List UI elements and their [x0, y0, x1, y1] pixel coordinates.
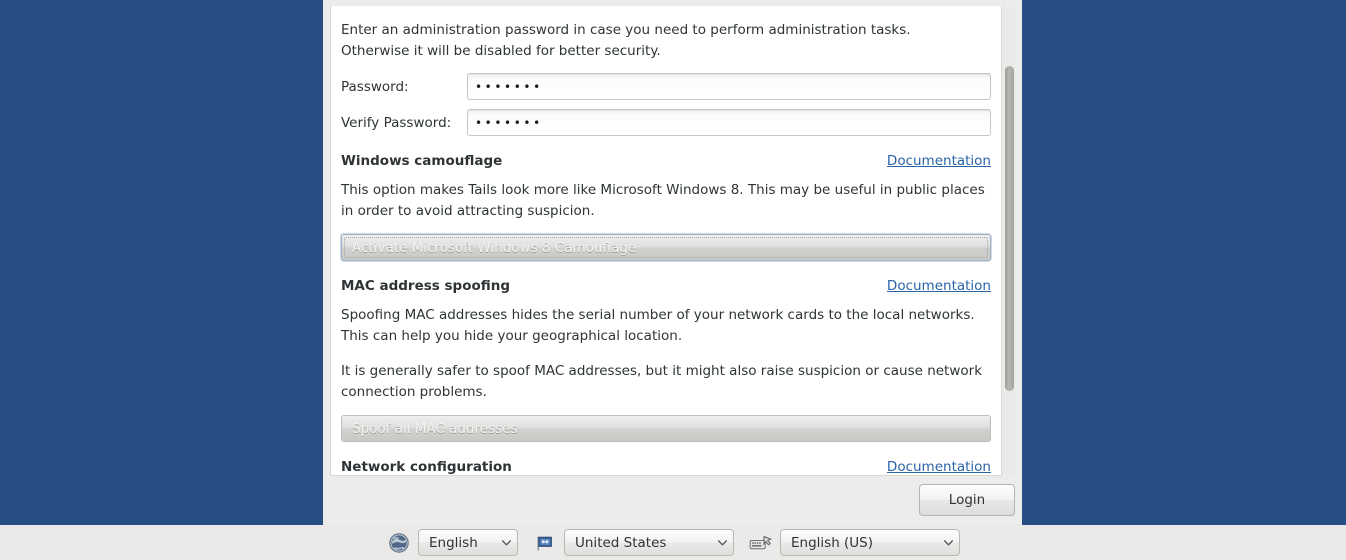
login-button[interactable]: Login [919, 484, 1015, 516]
admin-password-intro: Enter an administration password in case… [341, 6, 991, 61]
chevron-down-icon [502, 540, 511, 546]
admin-password-intro-line1: Enter an administration password in case… [341, 22, 911, 38]
documentation-link-mac-spoofing[interactable]: Documentation [887, 278, 991, 294]
verify-password-label: Verify Password: [341, 115, 467, 131]
checkbox-activate-windows-camouflage[interactable]: Activate Microsoft Windows 8 Camouflage [341, 234, 991, 261]
admin-password-intro-line2: Otherwise it will be disabled for better… [341, 43, 661, 59]
tails-greeter-window: Enter an administration password in case… [323, 0, 1022, 525]
chevron-down-icon [718, 540, 727, 546]
desktop-background-left [0, 0, 323, 525]
checkbox-label-activate-windows-camouflage: Activate Microsoft Windows 8 Camouflage [352, 240, 636, 256]
globe-icon [386, 530, 412, 556]
section-title-mac-spoofing: MAC address spoofing [341, 278, 510, 294]
section-title-network-configuration: Network configuration [341, 459, 512, 475]
country-dropdown-value: United States [575, 535, 708, 551]
language-dropdown[interactable]: English [418, 529, 518, 556]
settings-scroll-viewport: Enter an administration password in case… [330, 6, 1015, 476]
vertical-scrollbar-thumb[interactable] [1005, 66, 1014, 391]
verify-password-row: Verify Password: ••••••• [341, 109, 991, 136]
keyboard-layout-dropdown-value: English (US) [791, 535, 934, 551]
password-input[interactable]: ••••••• [467, 73, 991, 100]
documentation-link-windows-camouflage[interactable]: Documentation [887, 153, 991, 169]
login-button-row: Login [330, 480, 1015, 520]
section-description-mac-spoofing-1: Spoofing MAC addresses hides the serial … [341, 294, 991, 346]
locale-statusbar: English United States [0, 525, 1346, 560]
vertical-scrollbar[interactable] [1001, 6, 1015, 476]
country-selector-group: United States [518, 529, 734, 556]
section-title-windows-camouflage: Windows camouflage [341, 153, 502, 169]
section-header-network-configuration: Network configuration Documentation [341, 459, 991, 475]
section-header-mac-spoofing: MAC address spoofing Documentation [341, 278, 991, 294]
checkbox-spoof-all-mac-addresses[interactable]: Spoof all MAC addresses [341, 415, 991, 442]
section-description-mac-spoofing-2: It is generally safer to spoof MAC addre… [341, 346, 991, 402]
language-dropdown-value: English [429, 535, 492, 551]
keyboard-icon [748, 530, 774, 556]
verify-password-input[interactable]: ••••••• [467, 109, 991, 136]
country-dropdown[interactable]: United States [564, 529, 734, 556]
chevron-down-icon [944, 540, 953, 546]
checkbox-label-spoof-all-mac-addresses: Spoof all MAC addresses [352, 421, 518, 437]
settings-content: Enter an administration password in case… [331, 6, 1001, 475]
section-description-windows-camouflage: This option makes Tails look more like M… [341, 169, 991, 221]
password-label: Password: [341, 79, 467, 95]
section-header-windows-camouflage: Windows camouflage Documentation [341, 153, 991, 169]
keyboard-selector-group: English (US) [734, 529, 960, 556]
language-selector-group: English [386, 529, 518, 556]
desktop-background-right [1022, 0, 1346, 525]
documentation-link-network-configuration[interactable]: Documentation [887, 459, 991, 475]
flag-icon [532, 530, 558, 556]
keyboard-layout-dropdown[interactable]: English (US) [780, 529, 960, 556]
password-row: Password: ••••••• [341, 73, 991, 100]
